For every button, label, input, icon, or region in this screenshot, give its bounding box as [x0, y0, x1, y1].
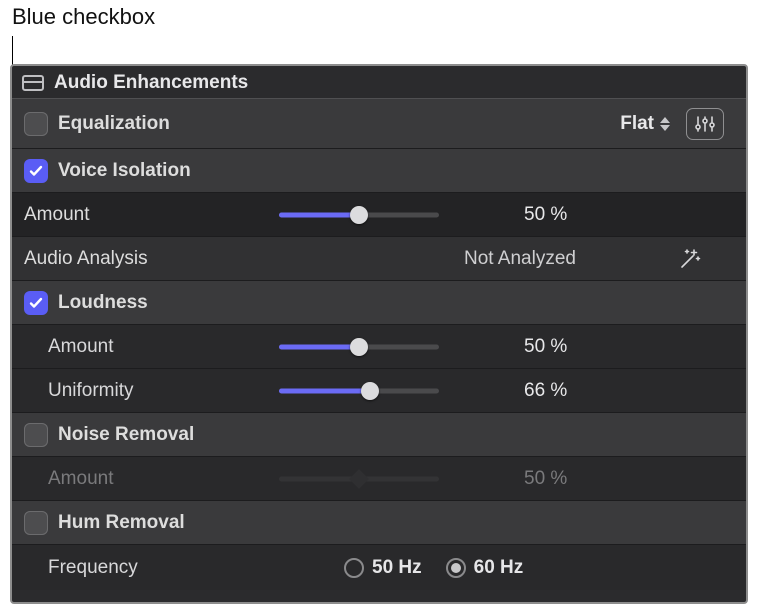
audio-analysis-label: Audio Analysis — [24, 248, 148, 270]
hum-removal-row: Hum Removal — [12, 500, 746, 544]
hum-removal-frequency-label: Frequency — [48, 557, 138, 579]
analyze-button[interactable] — [669, 243, 709, 275]
noise-removal-amount-label: Amount — [48, 468, 113, 490]
loudness-amount-row: Amount 50 % — [12, 324, 746, 368]
noise-removal-amount-row: Amount 50 % — [12, 456, 746, 500]
voice-isolation-checkbox[interactable] — [24, 159, 48, 183]
callout-label: Blue checkbox — [12, 4, 155, 30]
equalization-preset-value: Flat — [620, 113, 654, 135]
frequency-50hz-label: 50 Hz — [372, 557, 422, 579]
loudness-amount-value[interactable]: 50 % — [524, 336, 567, 358]
stepper-icon — [660, 117, 670, 131]
hum-removal-frequency-row: Frequency 50 Hz 60 Hz — [12, 544, 746, 590]
noise-removal-checkbox[interactable] — [24, 423, 48, 447]
audio-analysis-status: Not Analyzed — [464, 248, 576, 270]
frequency-60hz-option[interactable]: 60 Hz — [446, 557, 524, 579]
loudness-uniformity-label: Uniformity — [48, 380, 134, 402]
equalization-checkbox[interactable] — [24, 112, 48, 136]
loudness-label: Loudness — [58, 292, 148, 314]
equalization-preset-popup[interactable]: Flat — [620, 113, 674, 135]
voice-isolation-amount-label: Amount — [24, 204, 89, 226]
voice-isolation-amount-row: Amount 50 % — [12, 192, 746, 236]
audio-enhancements-panel: Audio Enhancements Equalization Flat — [10, 64, 748, 604]
voice-isolation-row: Voice Isolation — [12, 148, 746, 192]
radio-selected-icon — [446, 558, 466, 578]
loudness-amount-label: Amount — [48, 336, 113, 358]
panel-title-row: Audio Enhancements — [12, 66, 746, 98]
frequency-60hz-label: 60 Hz — [474, 557, 524, 579]
voice-isolation-amount-value[interactable]: 50 % — [524, 204, 567, 226]
noise-removal-amount-value: 50 % — [524, 468, 567, 490]
loudness-row: Loudness — [12, 280, 746, 324]
inspector-panel-icon — [22, 75, 44, 91]
hum-removal-label: Hum Removal — [58, 512, 185, 534]
equalizer-sliders-icon — [694, 115, 716, 133]
magic-wand-icon — [676, 247, 702, 271]
audio-analysis-row: Audio Analysis Not Analyzed — [12, 236, 746, 280]
noise-removal-row: Noise Removal — [12, 412, 746, 456]
frequency-radio-group: 50 Hz 60 Hz — [344, 557, 523, 579]
noise-removal-amount-slider — [279, 467, 439, 491]
voice-isolation-label: Voice Isolation — [58, 160, 191, 182]
checkmark-icon — [28, 295, 44, 311]
loudness-amount-slider[interactable] — [279, 335, 439, 359]
equalization-label: Equalization — [58, 113, 170, 135]
loudness-uniformity-slider[interactable] — [279, 379, 439, 403]
panel-title: Audio Enhancements — [54, 72, 248, 94]
loudness-uniformity-value[interactable]: 66 % — [524, 380, 567, 402]
equalization-row: Equalization Flat — [12, 98, 746, 148]
equalizer-editor-button[interactable] — [686, 108, 724, 140]
checkmark-icon — [28, 163, 44, 179]
voice-isolation-amount-slider[interactable] — [279, 203, 439, 227]
hum-removal-checkbox[interactable] — [24, 511, 48, 535]
frequency-50hz-option[interactable]: 50 Hz — [344, 557, 422, 579]
radio-icon — [344, 558, 364, 578]
loudness-uniformity-row: Uniformity 66 % — [12, 368, 746, 412]
noise-removal-label: Noise Removal — [58, 424, 194, 446]
loudness-checkbox[interactable] — [24, 291, 48, 315]
